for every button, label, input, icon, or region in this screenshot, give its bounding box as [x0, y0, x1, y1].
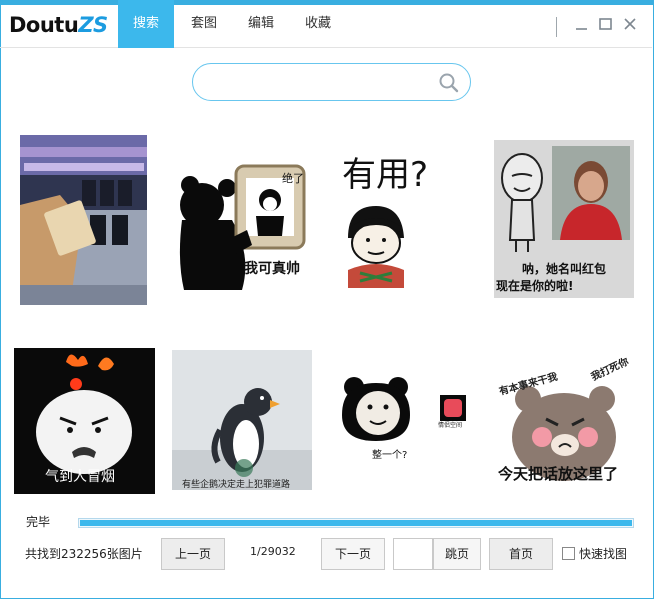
- header-bar: DoutuZS 搜索 套图 编辑 收藏: [0, 0, 652, 48]
- tile-caption: 有用?: [342, 155, 428, 195]
- tab-sets[interactable]: 套图: [176, 0, 232, 48]
- tile-caption-2: 现在是你的啦!: [496, 278, 573, 293]
- home-page-button[interactable]: 首页: [489, 538, 553, 570]
- search-box: [192, 63, 471, 101]
- tab-search[interactable]: 搜索: [118, 0, 174, 48]
- close-icon[interactable]: [620, 14, 640, 34]
- meme-bear-talk[interactable]: 有本事来干我 我打死你 今天把话放这里了: [494, 355, 634, 491]
- tile-caption-small: 绝了: [282, 171, 304, 185]
- tab-favorites[interactable]: 收藏: [290, 0, 346, 48]
- quick-search-label: 快速找图: [579, 547, 628, 561]
- progress-bar: [78, 518, 634, 528]
- tile-caption-small: 情侣空间: [438, 421, 462, 429]
- result-count: 共找到232256张图片: [25, 547, 143, 561]
- minimize-icon[interactable]: [572, 14, 592, 34]
- page-indicator: 1/29032: [250, 545, 296, 558]
- next-page-button[interactable]: 下一页: [321, 538, 385, 570]
- prev-page-button[interactable]: 上一页: [161, 538, 225, 570]
- search-icon[interactable]: [438, 72, 460, 94]
- header-divider: [556, 17, 557, 37]
- tile-caption: 今天把话放这里了: [497, 465, 618, 483]
- app-logo: DoutuZS: [9, 13, 108, 37]
- meme-red-bag[interactable]: 呐，她名叫红包 现在是你的啦!: [494, 140, 634, 298]
- tile-caption: 整一个?: [372, 448, 407, 461]
- tile-caption: 我可真帅: [244, 260, 300, 277]
- meme-panda-one[interactable]: 情侣空间 整一个?: [340, 375, 468, 463]
- checkbox-box[interactable]: [562, 547, 575, 560]
- meme-angry-smoke[interactable]: 气到人冒烟: [14, 348, 155, 494]
- meme-hand-phone[interactable]: [20, 135, 147, 305]
- tab-edit[interactable]: 编辑: [233, 0, 289, 48]
- progress-fill: [80, 520, 632, 526]
- maximize-icon[interactable]: [596, 14, 616, 34]
- meme-useful[interactable]: 有用?: [340, 148, 450, 293]
- tile-caption: 气到人冒烟: [45, 469, 115, 485]
- tile-caption: 呐，她名叫红包: [522, 261, 606, 276]
- meme-panda-mirror[interactable]: 绝了 我可真帅: [172, 160, 306, 293]
- jump-page-input[interactable]: [393, 538, 433, 570]
- status-text: 完毕: [26, 515, 51, 529]
- meme-penguin[interactable]: 有些企鹅决定走上犯罪道路: [172, 350, 312, 490]
- search-input[interactable]: [209, 72, 429, 92]
- tile-caption: 有些企鹅决定走上犯罪道路: [182, 478, 290, 490]
- jump-page-button[interactable]: 跳页: [433, 538, 481, 570]
